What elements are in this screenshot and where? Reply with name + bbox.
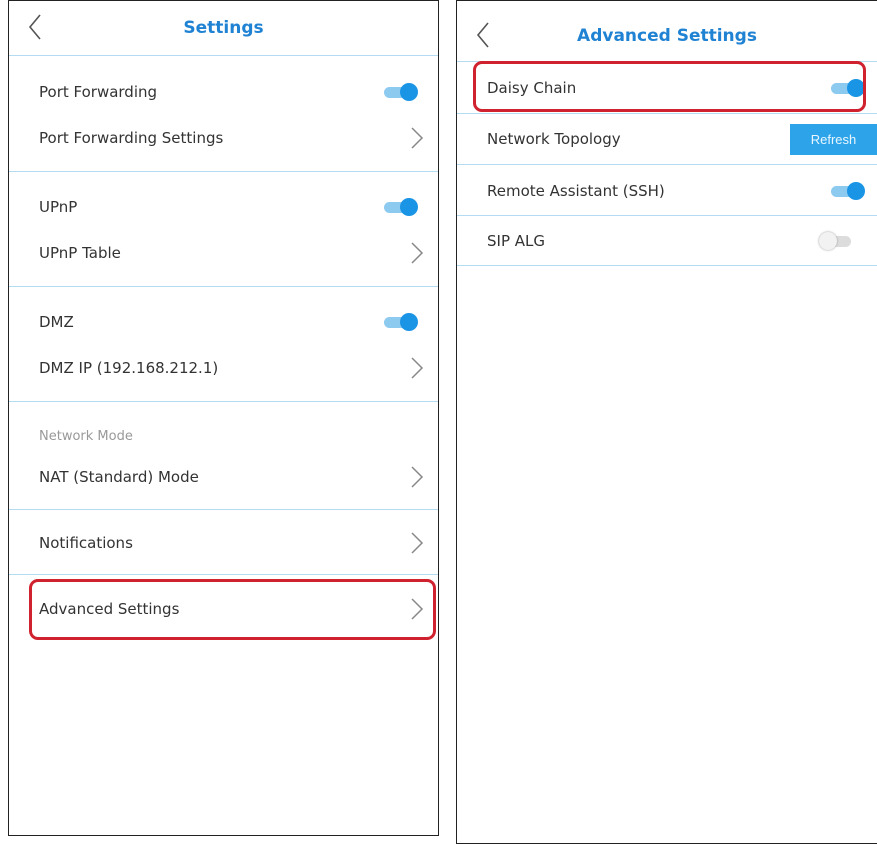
remote-assistant-row: Remote Assistant (SSH)	[457, 169, 877, 213]
remote-assistant-label: Remote Assistant (SSH)	[487, 182, 665, 200]
notifications-row[interactable]: Notifications	[9, 521, 438, 565]
advanced-header: Advanced Settings	[457, 9, 877, 62]
page-title: Advanced Settings	[577, 26, 757, 46]
advanced-settings-screen: Advanced Settings Daisy Chain Network To…	[456, 0, 877, 844]
advanced-settings-row[interactable]: Advanced Settings	[9, 587, 438, 631]
upnp-row: UPnP	[9, 185, 438, 229]
dmz-label: DMZ	[39, 313, 74, 331]
daisy-chain-toggle[interactable]	[829, 79, 865, 97]
dmz-toggle[interactable]	[382, 313, 418, 331]
divider	[9, 401, 438, 402]
divider	[457, 164, 877, 165]
network-topology-label: Network Topology	[487, 130, 621, 148]
sip-alg-toggle[interactable]	[819, 232, 855, 250]
upnp-table-row[interactable]: UPnP Table	[9, 231, 438, 275]
upnp-toggle[interactable]	[382, 198, 418, 216]
port-forwarding-toggle[interactable]	[382, 83, 418, 101]
dmz-ip-row[interactable]: DMZ IP (192.168.212.1)	[9, 346, 438, 390]
page-title: Settings	[183, 18, 264, 38]
notifications-label: Notifications	[39, 534, 133, 552]
sip-alg-row: SIP ALG	[457, 219, 877, 263]
divider	[457, 265, 877, 266]
port-forwarding-label: Port Forwarding	[39, 83, 158, 101]
divider	[9, 171, 438, 172]
port-forwarding-settings-label: Port Forwarding Settings	[39, 129, 224, 147]
daisy-chain-label: Daisy Chain	[487, 79, 577, 97]
settings-screen: Settings Port Forwarding Port Forwarding…	[8, 0, 439, 836]
divider	[9, 509, 438, 510]
chevron-right-icon	[411, 598, 424, 620]
network-mode-label: Network Mode	[39, 428, 133, 444]
remote-assistant-toggle[interactable]	[829, 182, 865, 200]
chevron-right-icon	[411, 532, 424, 554]
advanced-settings-label: Advanced Settings	[39, 600, 180, 618]
divider	[9, 574, 438, 575]
network-topology-row: Network Topology Refresh	[457, 117, 877, 161]
network-mode-header-row: Network Mode	[9, 414, 438, 458]
settings-header: Settings	[9, 1, 438, 56]
sip-alg-label: SIP ALG	[487, 232, 546, 250]
divider	[457, 113, 877, 114]
dmz-ip-label: DMZ IP (192.168.212.1)	[39, 359, 219, 377]
nat-mode-row[interactable]: NAT (Standard) Mode	[9, 455, 438, 499]
dmz-row: DMZ	[9, 300, 438, 344]
chevron-right-icon	[411, 357, 424, 379]
divider	[457, 215, 877, 216]
chevron-right-icon	[411, 242, 424, 264]
divider	[9, 286, 438, 287]
daisy-chain-row: Daisy Chain	[457, 66, 877, 110]
upnp-label: UPnP	[39, 198, 78, 216]
port-forwarding-row: Port Forwarding	[9, 70, 438, 114]
upnp-table-label: UPnP Table	[39, 244, 121, 262]
chevron-right-icon	[411, 127, 424, 149]
refresh-button[interactable]: Refresh	[790, 123, 877, 155]
port-forwarding-settings-row[interactable]: Port Forwarding Settings	[9, 116, 438, 160]
chevron-right-icon	[411, 466, 424, 488]
nat-mode-label: NAT (Standard) Mode	[39, 468, 199, 486]
